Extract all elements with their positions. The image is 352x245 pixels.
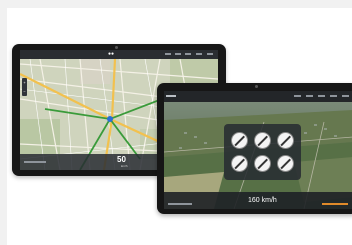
speed-readout: 160 km/h xyxy=(248,197,277,204)
speed-unit: km/h xyxy=(121,164,128,168)
menu-link-4[interactable] xyxy=(330,95,337,97)
speed-limit-signs-panel xyxy=(224,124,301,180)
speed-value: 50 xyxy=(117,155,126,164)
menu-link-5[interactable] xyxy=(342,95,349,97)
menu-link-2[interactable] xyxy=(175,53,181,55)
menu-link-5[interactable] xyxy=(207,53,213,55)
end-restriction-sign[interactable] xyxy=(277,155,294,172)
top-bar xyxy=(164,91,352,102)
camera-dot xyxy=(255,85,258,88)
zoom-control[interactable]: + − xyxy=(22,78,27,96)
tablet-aerial-view: 160 km/h xyxy=(157,83,352,214)
menu-link-1[interactable] xyxy=(294,95,301,97)
progress-indicator xyxy=(322,203,348,205)
end-restriction-sign[interactable] xyxy=(254,155,271,172)
end-speed-limit-sign[interactable] xyxy=(277,132,294,149)
menu-link-2[interactable] xyxy=(306,95,313,97)
aerial-screen: 160 km/h xyxy=(164,91,352,209)
menu-link-3[interactable] xyxy=(318,95,325,97)
menu-link-4[interactable] xyxy=(196,53,202,55)
menu-link-1[interactable] xyxy=(165,53,171,55)
end-restriction-sign[interactable] xyxy=(231,155,248,172)
zoom-out-button[interactable]: − xyxy=(22,87,27,96)
menu-link-3[interactable] xyxy=(185,53,191,55)
zoom-in-button[interactable]: + xyxy=(22,78,27,87)
bottom-left-text xyxy=(168,203,192,205)
top-bar: ●● xyxy=(20,50,218,59)
end-speed-limit-sign[interactable] xyxy=(231,132,248,149)
car-logo-icon: ●● xyxy=(108,51,115,57)
bottom-left-text xyxy=(24,161,46,163)
end-speed-limit-sign[interactable] xyxy=(254,132,271,149)
app-title xyxy=(166,95,176,97)
camera-dot xyxy=(115,46,118,49)
